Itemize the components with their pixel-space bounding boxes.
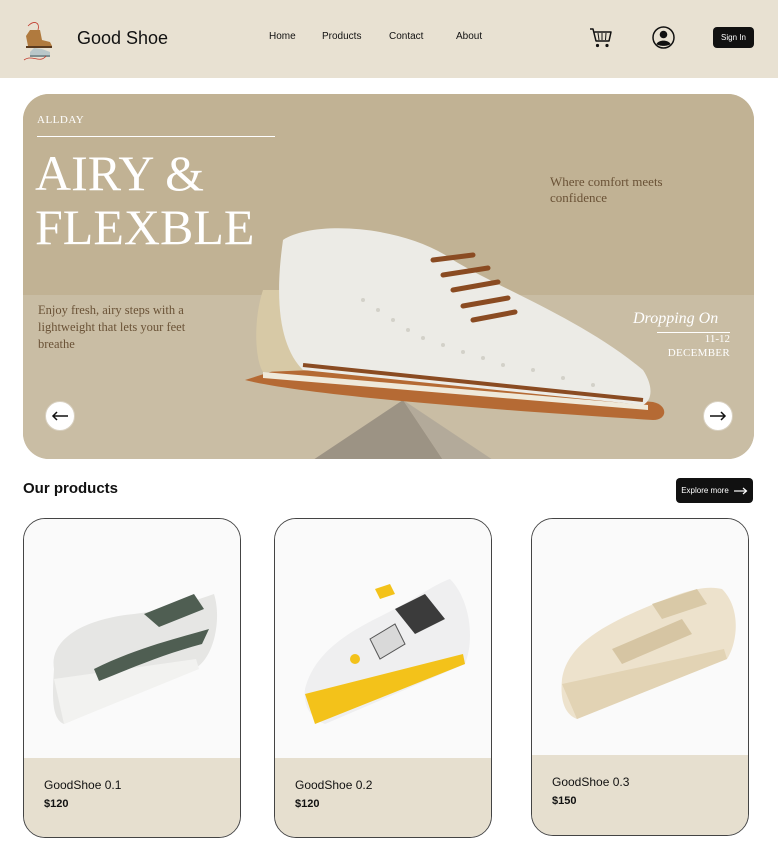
product-card[interactable]: GoodShoe 0.1 $120 — [23, 518, 241, 838]
sign-in-button[interactable]: Sign In — [713, 27, 754, 48]
drop-dates: 11-12 — [704, 333, 730, 345]
product-price: $150 — [552, 795, 577, 807]
products-section-title: Our products — [23, 480, 119, 497]
nav-about-link[interactable]: About — [456, 31, 482, 42]
product-info: GoodShoe 0.1 $120 — [24, 758, 240, 837]
product-info: GoodShoe 0.2 $120 — [275, 758, 491, 837]
arrow-right-icon[interactable] — [703, 401, 733, 431]
product-name: GoodShoe 0.3 — [552, 775, 630, 789]
hero-description: Enjoy fresh, airy steps with a lightweig… — [38, 303, 186, 351]
hero-banner: ALLDAY AIRY & FLEXBLE Where comfort meet… — [23, 94, 754, 459]
nav-contact-link[interactable]: Contact — [389, 31, 423, 42]
product-name: GoodShoe 0.1 — [44, 778, 122, 792]
arrow-left-icon[interactable] — [45, 401, 75, 431]
hero-eyebrow: ALLDAY — [37, 114, 85, 126]
product-image — [275, 519, 491, 758]
nav-home-link[interactable]: Home — [269, 31, 296, 42]
product-card[interactable]: GoodShoe 0.2 $120 — [274, 518, 492, 838]
cart-icon[interactable] — [589, 27, 613, 49]
hero-shoe-image — [243, 220, 673, 459]
product-image — [24, 519, 240, 758]
user-icon[interactable] — [652, 26, 675, 49]
shoe-logo-icon[interactable] — [20, 16, 64, 66]
nav-products-link[interactable]: Products — [322, 31, 361, 42]
explore-more-label: Explore more — [681, 486, 729, 495]
hero-divider — [37, 136, 275, 137]
hero-title-line2: FLEXBLE — [35, 199, 255, 255]
hero-title: AIRY & FLEXBLE — [35, 146, 254, 254]
product-image — [532, 519, 748, 755]
hero-title-line1: AIRY & — [35, 145, 204, 201]
brand-name[interactable]: Good Shoe — [77, 28, 168, 49]
product-info: GoodShoe 0.3 $150 — [532, 755, 748, 835]
arrow-right-icon — [733, 487, 748, 494]
product-price: $120 — [44, 798, 69, 810]
hero-tagline: Where comfort meets confidence — [550, 174, 663, 205]
navbar: Good Shoe Home Products Contact About Si… — [0, 0, 778, 78]
product-name: GoodShoe 0.2 — [295, 778, 373, 792]
product-card[interactable]: GoodShoe 0.3 $150 — [531, 518, 749, 836]
product-price: $120 — [295, 798, 320, 810]
explore-more-button[interactable]: Explore more — [676, 478, 753, 503]
